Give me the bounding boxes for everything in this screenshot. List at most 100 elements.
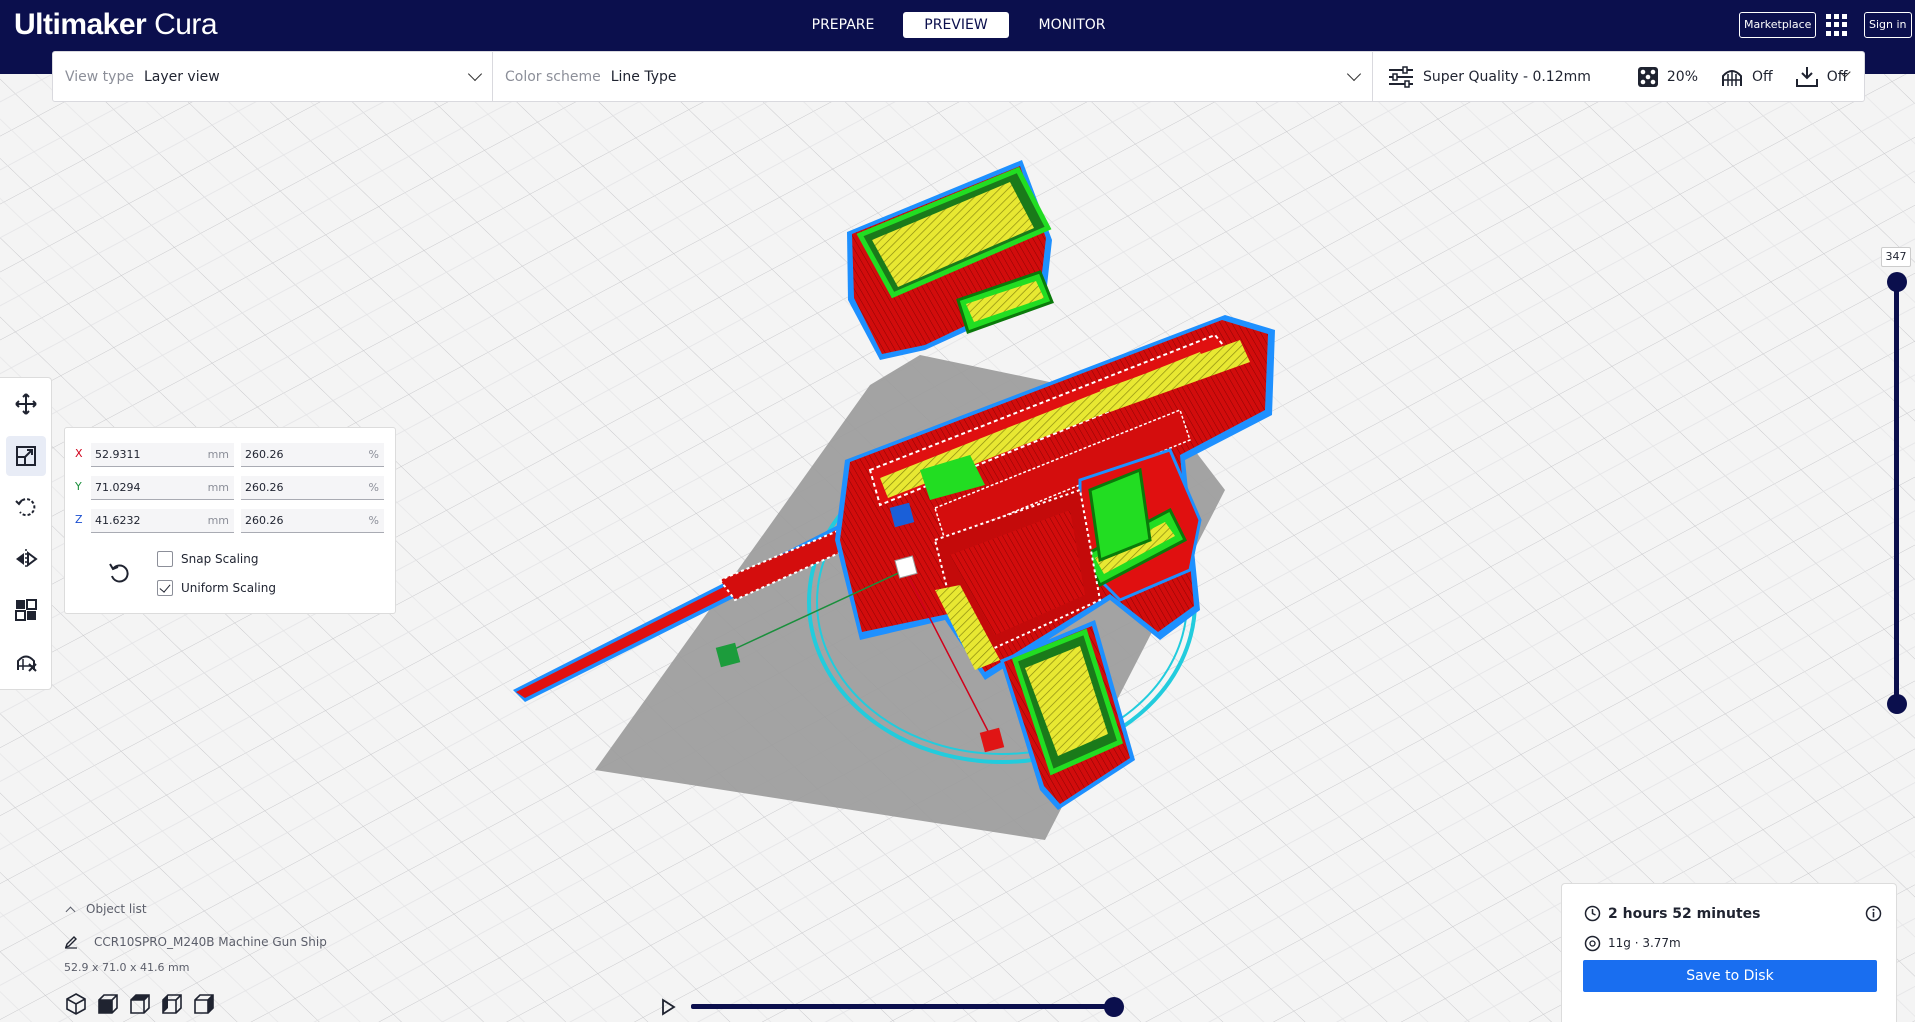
camera-view-buttons — [64, 992, 216, 1016]
snap-scaling-label: Snap Scaling — [181, 552, 259, 566]
scale-y-percent-value: 260.26 — [245, 481, 284, 494]
reset-scale-button[interactable] — [107, 561, 131, 585]
scale-x-percent-input[interactable]: 260.26 % — [241, 443, 384, 467]
infill-value: 20% — [1666, 68, 1699, 85]
view-left-icon[interactable] — [160, 992, 184, 1016]
profile-value: Super Quality - 0.12mm — [1423, 68, 1591, 85]
object-list-toggle[interactable]: Object list — [64, 902, 147, 916]
view-3d-icon[interactable] — [64, 992, 88, 1016]
print-setup-selector[interactable]: Super Quality - 0.12mm 20% Off Off — [1373, 52, 1864, 101]
color-scheme-value: Line Type — [610, 68, 677, 85]
mirror-icon — [16, 549, 38, 569]
app-title-light: Cura — [154, 8, 218, 41]
unit-percent: % — [368, 448, 379, 461]
layer-lower-handle[interactable] — [1887, 694, 1907, 714]
scale-y-mm-input[interactable]: 71.0294 mm — [91, 476, 234, 500]
play-simulation-icon[interactable] — [659, 998, 677, 1016]
scale-row-y: Y 71.0294 mm 260.26 % — [75, 475, 385, 501]
layer-slider-track[interactable] — [1894, 282, 1899, 704]
move-tool-button[interactable] — [6, 384, 46, 424]
scale-z-mm-value: 41.6232 — [95, 514, 141, 527]
tab-preview[interactable]: PREVIEW — [903, 12, 1009, 38]
view-type-value: Layer view — [143, 68, 220, 85]
scale-x-mm-value: 52.9311 — [95, 448, 141, 461]
layer-number-input[interactable]: 347 — [1881, 247, 1911, 267]
chevron-up-icon — [65, 906, 76, 916]
object-dimensions: 52.9 x 71.0 x 41.6 mm — [64, 961, 190, 974]
reset-icon — [109, 563, 129, 583]
adhesion-item: Off — [1795, 66, 1847, 88]
scale-y-percent-input[interactable]: 260.26 % — [241, 476, 384, 500]
unit-mm: mm — [207, 481, 229, 494]
infill-item: 20% — [1637, 66, 1698, 88]
per-model-settings-button[interactable] — [6, 590, 46, 630]
view-type-label: View type — [65, 68, 134, 85]
color-scheme-label: Color scheme — [505, 68, 601, 85]
clock-icon — [1584, 905, 1601, 922]
support-icon — [1722, 69, 1743, 86]
spool-icon — [1584, 935, 1601, 952]
unit-percent: % — [368, 481, 379, 494]
sign-in-button[interactable]: Sign in — [1864, 12, 1912, 38]
scale-z-percent-value: 260.26 — [245, 514, 284, 527]
rotate-tool-button[interactable] — [6, 487, 46, 527]
scale-row-z: Z 41.6232 mm 260.26 % — [75, 508, 385, 534]
mirror-tool-button[interactable] — [6, 539, 46, 579]
pencil-icon — [64, 936, 77, 949]
snap-scaling-checkbox[interactable]: Snap Scaling — [157, 549, 258, 569]
scale-x-mm-input[interactable]: 52.9311 mm — [91, 443, 234, 467]
support-item: Off — [1720, 66, 1773, 88]
axis-label-x: X — [75, 447, 83, 460]
uniform-scaling-checkbox[interactable]: Uniform Scaling — [157, 578, 276, 598]
view-toolbar: View type Layer view Color scheme Line T… — [52, 51, 1865, 102]
app-title-bold: Ultimaker — [14, 8, 147, 41]
settings-sliders-icon — [1389, 65, 1413, 88]
scale-icon — [16, 446, 36, 466]
support-blocker-icon — [17, 655, 37, 672]
tab-prepare[interactable]: PREPARE — [806, 12, 880, 38]
scale-row-x: X 52.9311 mm 260.26 % — [75, 442, 385, 468]
unit-mm: mm — [207, 514, 229, 527]
axis-label-y: Y — [75, 480, 82, 493]
snap-scaling-box — [157, 551, 173, 567]
unit-mm: mm — [207, 448, 229, 461]
uniform-scaling-box — [157, 580, 173, 596]
view-right-icon[interactable] — [192, 992, 216, 1016]
scale-z-percent-input[interactable]: 260.26 % — [241, 509, 384, 533]
simulation-slider-handle[interactable] — [1104, 997, 1124, 1017]
support-value: Off — [1752, 68, 1773, 85]
infill-icon — [1637, 66, 1658, 87]
tool-panel — [0, 377, 52, 690]
color-scheme-dropdown[interactable]: Color scheme Line Type — [493, 52, 1373, 101]
save-to-disk-button[interactable]: Save to Disk — [1583, 960, 1877, 992]
simulation-slider-track[interactable] — [691, 1004, 1116, 1009]
layer-upper-handle[interactable] — [1887, 272, 1907, 292]
object-name-row[interactable]: CCR10SPRO_M240B Machine Gun Ship — [64, 935, 327, 949]
rotate-icon — [15, 498, 36, 517]
scale-panel: X 52.9311 mm 260.26 % Y 71.0294 mm 260.2… — [64, 427, 396, 614]
scale-z-mm-input[interactable]: 41.6232 mm — [91, 509, 234, 533]
gizmo-center-handle — [894, 555, 918, 579]
view-type-dropdown[interactable]: View type Layer view — [53, 52, 493, 101]
tab-monitor[interactable]: MONITOR — [1032, 12, 1112, 38]
move-icon — [15, 393, 37, 415]
print-info-panel: 2 hours 52 minutes 11g · 3.77m Save to D… — [1561, 883, 1897, 1022]
applications-grid-icon[interactable] — [1826, 14, 1848, 36]
view-front-icon[interactable] — [96, 992, 120, 1016]
print-time: 2 hours 52 minutes — [1608, 906, 1761, 922]
object-name: CCR10SPRO_M240B Machine Gun Ship — [94, 935, 327, 949]
uniform-scaling-label: Uniform Scaling — [181, 581, 276, 595]
support-blocker-button[interactable] — [6, 642, 46, 682]
chevron-down-icon — [1346, 66, 1362, 82]
object-list-header: Object list — [86, 902, 147, 916]
app-logo: Ultimaker Cura — [14, 4, 218, 46]
print-material: 11g · 3.77m — [1608, 936, 1681, 950]
marketplace-button[interactable]: Marketplace — [1739, 12, 1817, 38]
adhesion-icon — [1795, 66, 1818, 87]
per-model-settings-icon — [15, 599, 37, 621]
scale-x-percent-value: 260.26 — [245, 448, 284, 461]
view-top-icon[interactable] — [128, 992, 152, 1016]
info-icon[interactable] — [1865, 905, 1882, 922]
scale-tool-button[interactable] — [6, 436, 46, 476]
unit-percent: % — [368, 514, 379, 527]
